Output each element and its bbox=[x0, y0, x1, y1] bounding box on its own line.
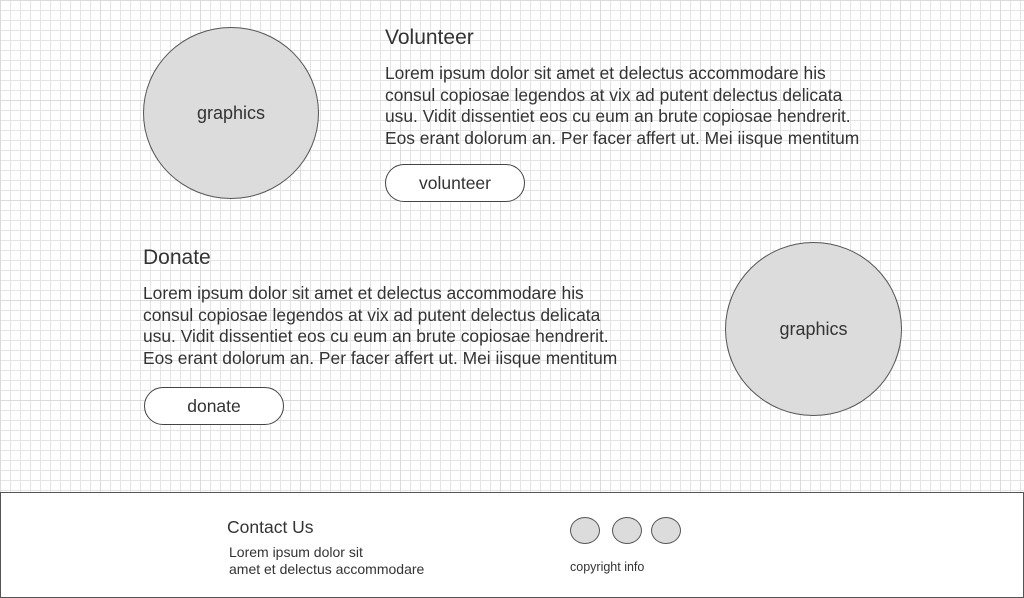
social-icon-2[interactable] bbox=[612, 517, 642, 544]
donate-text-line: consul copiosae legendos at vix ad puten… bbox=[143, 304, 601, 325]
volunteer-text-line: consul copiosae legendos at vix ad puten… bbox=[385, 84, 843, 105]
volunteer-graphic-placeholder: graphics bbox=[143, 27, 319, 199]
donate-text-line: Lorem ipsum dolor sit amet et delectus a… bbox=[143, 283, 584, 303]
contact-text: Lorem ipsum dolor sit amet et delectus a… bbox=[229, 544, 424, 578]
contact-text-line: amet et delectus accommodare bbox=[229, 561, 425, 577]
donate-button-label: donate bbox=[187, 395, 241, 416]
donate-button[interactable]: donate bbox=[144, 387, 284, 425]
copyright-text: copyright info bbox=[570, 560, 645, 574]
volunteer-text: Lorem ipsum dolor sit amet et delectus a… bbox=[385, 63, 905, 149]
social-icon-3[interactable] bbox=[651, 517, 681, 544]
contact-heading: Contact Us bbox=[227, 517, 314, 537]
contact-text-line: Lorem ipsum dolor sit bbox=[229, 544, 363, 560]
donate-heading: Donate bbox=[143, 246, 211, 269]
donate-graphic-label: graphics bbox=[779, 318, 848, 339]
volunteer-text-line: Lorem ipsum dolor sit amet et delectus a… bbox=[385, 63, 826, 83]
volunteer-graphic-label: graphics bbox=[196, 102, 266, 123]
volunteer-heading: Volunteer bbox=[385, 26, 474, 49]
donate-text-line: usu. Vidit dissentiet eos cu eum an brut… bbox=[143, 326, 609, 346]
volunteer-text-line: Eos erant dolorum an. Per facer affert u… bbox=[385, 127, 860, 148]
volunteer-button-label: volunteer bbox=[419, 172, 491, 193]
volunteer-button[interactable]: volunteer bbox=[385, 164, 525, 202]
volunteer-text-line: usu. Vidit dissentiet eos cu eum an brut… bbox=[385, 106, 851, 126]
donate-graphic-placeholder: graphics bbox=[725, 242, 902, 416]
donate-text-line: Eos erant dolorum an. Per facer affert u… bbox=[143, 347, 618, 368]
donate-text: Lorem ipsum dolor sit amet et delectus a… bbox=[143, 283, 663, 369]
social-icon-1[interactable] bbox=[570, 517, 600, 544]
footer: Contact Us Lorem ipsum dolor sit amet et… bbox=[0, 492, 1024, 598]
